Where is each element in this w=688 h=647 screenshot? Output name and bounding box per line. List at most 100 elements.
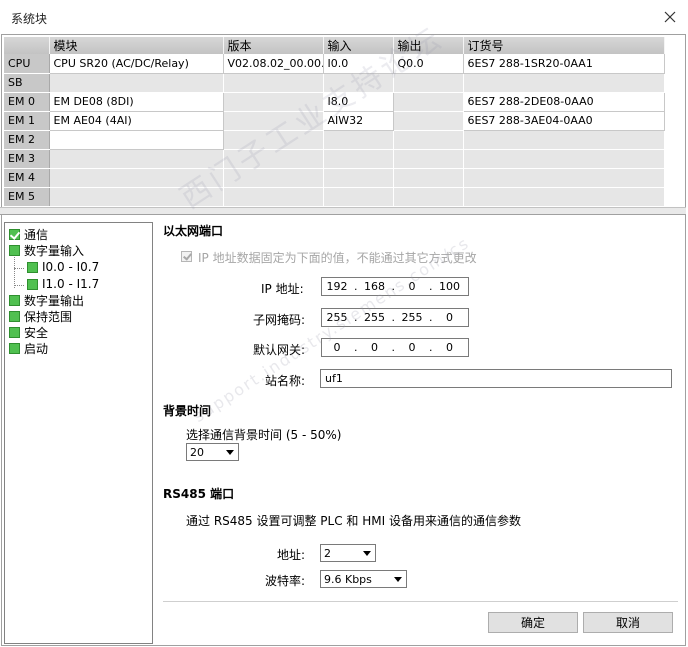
- order-cell: [463, 149, 665, 169]
- input-cell[interactable]: AIW32: [323, 111, 394, 131]
- select-value: 9.6 Kbps: [324, 573, 372, 586]
- order-cell: [463, 187, 665, 207]
- module-cell[interactable]: CPU SR20 (AC/DC/Relay): [49, 54, 224, 74]
- input-cell[interactable]: [323, 168, 394, 188]
- octet[interactable]: 255: [322, 311, 352, 324]
- fixed-ip-checkbox[interactable]: [181, 251, 192, 262]
- tree-item-label: 启动: [24, 341, 49, 356]
- module-cell[interactable]: [49, 73, 224, 93]
- octet[interactable]: 100: [435, 280, 465, 293]
- module-cell[interactable]: [49, 168, 224, 188]
- input-cell[interactable]: I8.0: [323, 92, 394, 112]
- octet[interactable]: 168: [360, 280, 390, 293]
- version-cell: V02.08.02_00.00...: [223, 54, 324, 74]
- baud-rate-select[interactable]: 9.6 Kbps: [320, 570, 407, 588]
- slot-cell: EM 0: [4, 92, 50, 112]
- tree-line: [14, 268, 24, 269]
- module-cell[interactable]: EM DE08 (8DI): [49, 92, 224, 112]
- table-row[interactable]: EM 4: [4, 168, 665, 188]
- title-bar: 系统块: [0, 0, 688, 34]
- table-row[interactable]: EM 2: [4, 130, 665, 150]
- col-header-module: 模块: [49, 37, 224, 54]
- rs485-section-title: RS485 端口: [163, 487, 235, 501]
- gateway-field[interactable]: 0. 0. 0. 0: [321, 338, 469, 357]
- output-cell[interactable]: [393, 111, 464, 131]
- col-header-version: 版本: [223, 37, 324, 54]
- ip-address-field[interactable]: 192. 168. 0. 100: [321, 277, 469, 296]
- tree-item-label: 数字量输入: [24, 243, 85, 258]
- ip-address-label: IP 地址:: [261, 282, 304, 296]
- version-cell: [223, 111, 324, 131]
- table-row[interactable]: CPU CPU SR20 (AC/DC/Relay) V02.08.02_00.…: [4, 54, 665, 74]
- octet[interactable]: 0: [360, 341, 390, 354]
- gateway-label: 默认网关:: [253, 343, 306, 357]
- octet[interactable]: 255: [397, 311, 427, 324]
- table-row[interactable]: SB: [4, 73, 665, 93]
- output-cell[interactable]: Q0.0: [393, 54, 464, 74]
- octet[interactable]: 0: [397, 280, 427, 293]
- tree-item-communication[interactable]: 通信: [9, 226, 48, 242]
- tree-item-label: 数字量输出: [24, 293, 85, 308]
- station-name-input[interactable]: uf1: [320, 369, 672, 388]
- version-cell: [223, 149, 324, 169]
- chevron-down-icon[interactable]: [359, 545, 375, 561]
- close-icon[interactable]: [660, 7, 680, 27]
- tree-item-label: 安全: [24, 325, 49, 340]
- tree-item-label: 保持范围: [24, 309, 73, 324]
- tree-item-i0[interactable]: I0.0 - I0.7: [27, 259, 99, 275]
- output-cell[interactable]: [393, 149, 464, 169]
- fixed-ip-label: IP 地址数据固定为下面的值，不能通过其它方式更改: [198, 251, 477, 265]
- col-header-order: 订货号: [463, 37, 665, 54]
- octet[interactable]: 0: [322, 341, 352, 354]
- module-cell[interactable]: [49, 149, 224, 169]
- input-cell[interactable]: [323, 130, 394, 150]
- tree-item-startup[interactable]: 启动: [9, 340, 48, 356]
- input-cell[interactable]: I0.0: [323, 54, 394, 74]
- output-cell[interactable]: [393, 168, 464, 188]
- octet[interactable]: 0: [435, 341, 465, 354]
- input-cell[interactable]: [323, 73, 394, 93]
- splitter[interactable]: [0, 207, 686, 215]
- tree-item-security[interactable]: 安全: [9, 324, 48, 340]
- settings-panel: 以太网端口 IP 地址数据固定为下面的值，不能通过其它方式更改 IP 地址: 1…: [155, 218, 685, 646]
- cancel-button[interactable]: 取消: [583, 612, 673, 633]
- tree-item-retentive[interactable]: 保持范围: [9, 308, 72, 324]
- input-cell[interactable]: [323, 149, 394, 169]
- subnet-mask-field[interactable]: 255. 255. 255. 0: [321, 308, 469, 327]
- tree-item-digital-output[interactable]: 数字量输出: [9, 292, 84, 308]
- output-cell[interactable]: [393, 92, 464, 112]
- slot-cell: EM 1: [4, 111, 50, 131]
- select-value: 20: [190, 446, 204, 459]
- table-header-row: 模块 版本 输入 输出 订货号: [4, 37, 665, 54]
- table-row[interactable]: EM 0 EM DE08 (8DI) I8.0 6ES7 288-2DE08-0…: [4, 92, 665, 112]
- octet[interactable]: 192: [322, 280, 352, 293]
- ok-button[interactable]: 确定: [488, 612, 578, 633]
- output-cell[interactable]: [393, 73, 464, 93]
- order-cell: 6ES7 288-1SR20-0AA1: [463, 54, 665, 74]
- table-row[interactable]: EM 3: [4, 149, 665, 169]
- slot-cell: EM 4: [4, 168, 50, 188]
- octet[interactable]: 255: [360, 311, 390, 324]
- module-cell[interactable]: [49, 187, 224, 207]
- chevron-down-icon[interactable]: [390, 571, 406, 587]
- order-cell: [463, 168, 665, 188]
- octet[interactable]: 0: [435, 311, 465, 324]
- background-section-title: 背景时间: [163, 404, 212, 418]
- background-time-select[interactable]: 20: [186, 443, 239, 461]
- slot-cell: CPU: [4, 54, 50, 74]
- output-cell[interactable]: [393, 130, 464, 150]
- output-cell[interactable]: [393, 187, 464, 207]
- tree-item-label: 通信: [24, 227, 49, 242]
- chevron-down-icon[interactable]: [222, 444, 238, 460]
- table-row[interactable]: EM 1 EM AE04 (4AI) AIW32 6ES7 288-3AE04-…: [4, 111, 665, 131]
- check-icon: [27, 261, 38, 273]
- input-cell[interactable]: [323, 187, 394, 207]
- check-icon: [9, 244, 20, 256]
- tree-item-i1[interactable]: I1.0 - I1.7: [27, 276, 99, 292]
- address-select[interactable]: 2: [320, 544, 376, 562]
- module-cell[interactable]: [49, 130, 224, 150]
- octet[interactable]: 0: [397, 341, 427, 354]
- table-row[interactable]: EM 5: [4, 187, 665, 207]
- module-cell[interactable]: EM AE04 (4AI): [49, 111, 224, 131]
- tree-item-digital-input[interactable]: 数字量输入: [9, 242, 84, 258]
